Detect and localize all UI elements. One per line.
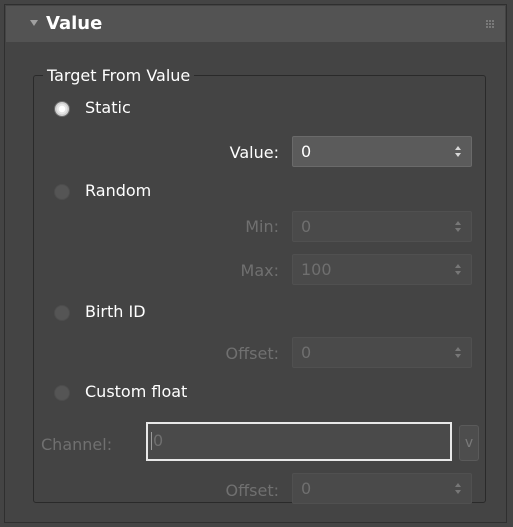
birth-offset-label: Offset:: [225, 344, 279, 363]
spinner-arrows-icon[interactable]: [455, 347, 463, 359]
spinner-arrows-icon[interactable]: [455, 264, 463, 276]
random-label[interactable]: Random: [85, 181, 151, 201]
spinner-arrows-icon[interactable]: [455, 221, 463, 233]
rollout-title: Value: [46, 13, 103, 34]
custom-offset-spinner[interactable]: 0: [292, 473, 472, 504]
random-radio[interactable]: [55, 185, 69, 199]
value-spinner-value[interactable]: 0: [301, 142, 311, 162]
custom-float-radio[interactable]: [55, 386, 69, 400]
birth-id-label[interactable]: Birth ID: [85, 302, 146, 322]
birth-offset-spinner-value[interactable]: 0: [301, 343, 311, 363]
collapse-arrow-icon[interactable]: [30, 20, 38, 26]
text-caret: [151, 432, 152, 450]
min-spinner[interactable]: 0: [292, 211, 472, 242]
max-spinner-value[interactable]: 100: [301, 260, 332, 280]
spinner-arrows-icon[interactable]: [455, 146, 463, 158]
max-spinner[interactable]: 100: [292, 254, 472, 285]
channel-label: Channel:: [41, 435, 113, 454]
static-label[interactable]: Static: [85, 98, 131, 118]
drag-grip-icon[interactable]: [486, 20, 495, 29]
min-label: Min:: [245, 217, 279, 236]
spinner-arrows-icon[interactable]: [455, 483, 463, 495]
custom-offset-label: Offset:: [225, 481, 279, 500]
group-title: Target From Value: [43, 66, 195, 86]
value-spinner[interactable]: 0: [292, 136, 472, 167]
channel-input-value[interactable]: 0: [153, 431, 163, 451]
value-label: Value:: [229, 143, 279, 162]
value-rollout: Value Target From Value Static Value: 0 …: [4, 4, 507, 523]
channel-input[interactable]: 0: [146, 422, 452, 461]
custom-offset-spinner-value[interactable]: 0: [301, 479, 311, 499]
min-spinner-value[interactable]: 0: [301, 217, 311, 237]
static-radio[interactable]: [55, 102, 69, 116]
panel-frame: Value Target From Value Static Value: 0 …: [0, 0, 513, 527]
birth-offset-spinner[interactable]: 0: [292, 337, 472, 368]
birth-id-radio[interactable]: [55, 306, 69, 320]
channel-dropdown-button[interactable]: v: [459, 425, 479, 461]
rollout-header[interactable]: Value: [6, 6, 505, 42]
custom-float-label[interactable]: Custom float: [85, 382, 187, 402]
max-label: Max:: [240, 261, 279, 280]
